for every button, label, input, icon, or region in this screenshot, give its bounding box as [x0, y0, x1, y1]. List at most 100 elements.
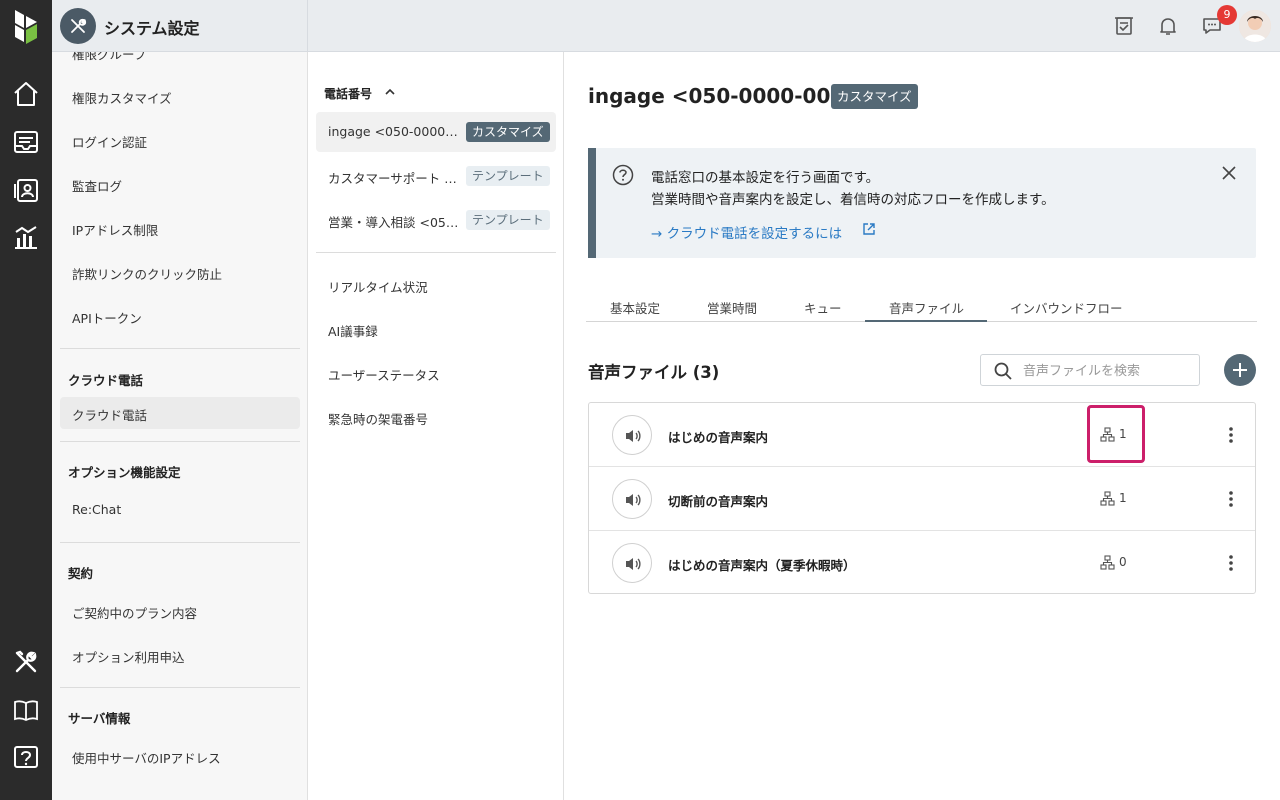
list-item[interactable]: 切断前の音声案内 1: [589, 467, 1255, 531]
phone-section-title: 電話番号: [324, 87, 373, 101]
tab-basic-settings[interactable]: 基本設定: [610, 298, 660, 317]
tab-queue[interactable]: キュー: [804, 298, 842, 317]
info-line-2: 営業時間や音声案内を設定し、着信時の対応フローを作成します。: [651, 192, 1055, 208]
tray-icon[interactable]: [1112, 14, 1136, 38]
menu-item-option-apply[interactable]: オプション利用申込: [72, 647, 185, 666]
flow-icon: [1100, 491, 1115, 506]
list-item[interactable]: はじめの音声案内 1: [589, 403, 1255, 467]
title-tag: カスタマイズ: [831, 84, 918, 109]
active-tab-indicator: [865, 320, 987, 322]
phone-item-ingage[interactable]: ingage <050-0000-0000> カスタマイズ: [316, 112, 556, 152]
flow-icon: [1100, 555, 1115, 570]
mid-divider: [316, 252, 556, 253]
menu-item-permission-group[interactable]: 権限グループ: [72, 52, 146, 63]
speaker-button[interactable]: [612, 415, 652, 455]
contacts-icon[interactable]: [12, 176, 40, 204]
phone-item-label: 営業・導入相談 <050-0000-0000>: [328, 215, 462, 230]
search-icon: [994, 362, 1012, 380]
info-line-1: 電話窓口の基本設定を行う画面です。: [651, 170, 880, 186]
main-content: ingage <050-0000-0000> カスタマイズ 電話窓口の基本設定を…: [565, 52, 1280, 800]
menu-item-server-ip[interactable]: 使用中サーバのIPアドレス: [72, 748, 221, 767]
menu-divider: [60, 542, 300, 543]
flow-count: 0: [1119, 555, 1127, 569]
menu-item-login-auth[interactable]: ログイン認証: [72, 132, 147, 151]
more-options-icon[interactable]: [1226, 553, 1236, 573]
info-accent-bar: [588, 148, 596, 258]
phone-item-label: カスタマーサポート <050-0000-0000>: [328, 171, 462, 186]
menu-item-rechat[interactable]: Re:Chat: [72, 502, 121, 517]
menu-divider: [60, 687, 300, 688]
add-audio-button[interactable]: [1224, 354, 1256, 386]
menu-divider: [60, 441, 300, 442]
home-icon[interactable]: [12, 80, 40, 108]
speaker-button[interactable]: [612, 479, 652, 519]
link-ai-minutes[interactable]: AI議事録: [328, 321, 378, 340]
help-icon[interactable]: [12, 744, 40, 772]
top-header: システム設定 9: [52, 0, 1280, 52]
list-item[interactable]: はじめの音声案内（夏季休暇時） 0: [589, 531, 1255, 595]
menu-divider: [60, 348, 300, 349]
phone-item-tag: カスタマイズ: [466, 122, 550, 142]
tab-bar: 基本設定 営業時間 キュー 音声ファイル インバウンドフロー: [586, 292, 1257, 322]
audio-search-input[interactable]: [1023, 361, 1193, 381]
system-settings-icon: [60, 8, 96, 44]
book-icon[interactable]: [12, 696, 40, 724]
more-options-icon[interactable]: [1226, 489, 1236, 509]
flow-count: 1: [1119, 491, 1127, 505]
info-banner: 電話窓口の基本設定を行う画面です。 営業時間や音声案内を設定し、着信時の対応フロ…: [588, 148, 1256, 258]
analytics-icon[interactable]: [12, 224, 40, 252]
tab-business-hours[interactable]: 営業時間: [707, 298, 757, 317]
phone-item-label: ingage <050-0000-0000>: [328, 124, 462, 139]
bell-icon[interactable]: [1156, 14, 1180, 38]
tab-audio-files[interactable]: 音声ファイル: [889, 298, 964, 317]
audio-file-name: はじめの音声案内（夏季休暇時）: [668, 558, 856, 573]
menu-item-api-token[interactable]: APIトークン: [72, 308, 142, 327]
phone-item-tag: テンプレート: [466, 166, 550, 186]
menu-section-options: オプション機能設定: [68, 465, 181, 480]
menu-section-contract: 契約: [68, 566, 94, 581]
menu-section-cloud-phone: クラウド電話: [68, 373, 144, 388]
more-options-icon[interactable]: [1226, 425, 1236, 445]
phone-item-tag: テンプレート: [466, 210, 550, 230]
app-logo[interactable]: [13, 8, 39, 44]
app-title: システム設定: [104, 19, 200, 38]
menu-item-plan[interactable]: ご契約中のプラン内容: [72, 603, 197, 622]
tab-inbound-flow[interactable]: インバウンドフロー: [1010, 298, 1123, 317]
speaker-icon: [626, 558, 641, 570]
phone-item-support[interactable]: カスタマーサポート <050-0000-0000> テンプレート: [316, 156, 556, 196]
info-help-link[interactable]: → クラウド電話を設定するには: [651, 222, 842, 242]
flow-icon: [1100, 427, 1115, 442]
notification-badge: 9: [1217, 5, 1237, 25]
link-emergency-number[interactable]: 緊急時の架電番号: [328, 409, 428, 428]
menu-section-server: サーバ情報: [68, 711, 131, 726]
audio-file-list: はじめの音声案内 1 切断前の音声案内 1 はじめの音声案内（夏季休暇時） 0: [588, 402, 1256, 594]
speaker-button[interactable]: [612, 543, 652, 583]
link-user-status[interactable]: ユーザーステータス: [328, 365, 440, 384]
menu-item-cloud-phone[interactable]: クラウド電話: [72, 405, 147, 424]
flow-count: 1: [1119, 427, 1127, 441]
highlight-box: [1087, 405, 1145, 463]
phone-item-sales[interactable]: 営業・導入相談 <050-0000-0000> テンプレート: [316, 200, 556, 240]
app-title-area: システム設定: [52, 0, 308, 52]
close-icon[interactable]: [1220, 164, 1238, 182]
speaker-icon: [626, 430, 641, 442]
menu-item-ip-restriction[interactable]: IPアドレス制限: [72, 220, 158, 239]
menu-item-audit-log[interactable]: 監査ログ: [72, 176, 122, 195]
chevron-up-icon[interactable]: [384, 86, 396, 98]
plus-icon: [1233, 363, 1247, 377]
user-avatar[interactable]: [1239, 10, 1271, 42]
inbox-icon[interactable]: [12, 128, 40, 156]
link-realtime-status[interactable]: リアルタイム状況: [328, 277, 428, 296]
tools-icon[interactable]: [12, 648, 40, 676]
global-nav-rail: [0, 0, 52, 800]
audio-file-name: はじめの音声案内: [668, 430, 769, 445]
audio-files-title: 音声ファイル (3): [588, 363, 720, 382]
question-icon: [612, 164, 634, 186]
audio-file-name: 切断前の音声案内: [668, 494, 769, 509]
external-link-icon[interactable]: [862, 222, 876, 236]
menu-item-permission-customize[interactable]: 権限カスタマイズ: [72, 88, 172, 107]
phone-number-panel: 電話番号 ingage <050-0000-0000> カスタマイズ カスタマー…: [308, 52, 564, 800]
settings-menu: 権限グループ 権限カスタマイズ ログイン認証 監査ログ IPアドレス制限 詐欺リ…: [52, 52, 308, 800]
menu-item-fraud-link[interactable]: 詐欺リンクのクリック防止: [72, 264, 222, 283]
audio-search-box[interactable]: [980, 354, 1200, 386]
